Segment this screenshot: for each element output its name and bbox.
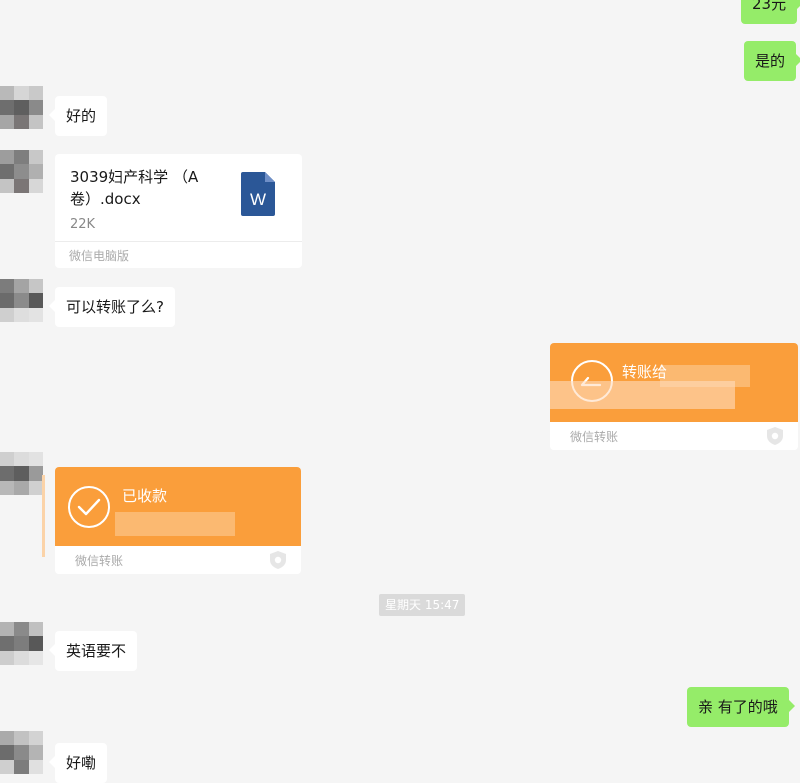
message-text: 好嘞 xyxy=(66,754,97,772)
message-text: 23元 xyxy=(752,0,787,13)
received-message-bubble[interactable]: 好嘞 xyxy=(48,743,108,783)
message-text: 可以转账了么? xyxy=(66,298,164,316)
transfer-received-card[interactable]: 已收款 微信转账 xyxy=(55,467,301,574)
contact-avatar[interactable] xyxy=(0,150,43,193)
message-text: 英语要不 xyxy=(66,642,127,660)
left-edge-strip xyxy=(42,475,45,557)
file-card-footer: 微信电脑版 xyxy=(55,241,302,269)
file-message-card[interactable]: 3039妇产科学 （A卷）.docx 22K W 微信电脑版 xyxy=(55,154,302,268)
shield-icon xyxy=(270,551,286,569)
redaction-blur xyxy=(550,381,735,409)
word-document-icon: W xyxy=(241,172,275,216)
message-text: 亲 有了的哦 xyxy=(698,698,778,716)
transfer-title: 已收款 xyxy=(122,487,168,505)
received-message-bubble[interactable]: 好的 xyxy=(48,96,108,136)
sent-message-bubble[interactable]: 是的 xyxy=(744,41,800,81)
svg-text:W: W xyxy=(250,190,266,209)
contact-avatar[interactable] xyxy=(0,279,43,322)
chat-timestamp: 星期天 15:47 xyxy=(379,594,466,616)
sent-message-bubble[interactable]: 23元 xyxy=(741,0,800,24)
transfer-source-label: 微信转账 xyxy=(75,554,124,568)
transfer-source-label: 微信转账 xyxy=(570,430,619,444)
contact-avatar[interactable] xyxy=(0,731,43,774)
sent-message-bubble[interactable]: 亲 有了的哦 xyxy=(687,687,795,727)
shield-icon xyxy=(767,427,783,445)
file-name: 3039妇产科学 （A卷）.docx xyxy=(70,168,199,208)
contact-avatar[interactable] xyxy=(0,86,43,129)
received-message-bubble[interactable]: 英语要不 xyxy=(48,631,138,671)
message-text: 是的 xyxy=(755,52,786,70)
file-source-label: 微信电脑版 xyxy=(69,249,130,263)
contact-avatar[interactable] xyxy=(0,452,43,495)
transfer-out-card[interactable]: 转账给 微信转账 xyxy=(550,343,798,450)
check-circle-icon xyxy=(68,486,110,528)
redaction-blur xyxy=(115,512,235,536)
contact-avatar[interactable] xyxy=(0,622,43,665)
received-message-bubble[interactable]: 可以转账了么? xyxy=(49,287,175,327)
message-text: 好的 xyxy=(66,107,97,125)
file-size: 22K xyxy=(70,217,96,232)
